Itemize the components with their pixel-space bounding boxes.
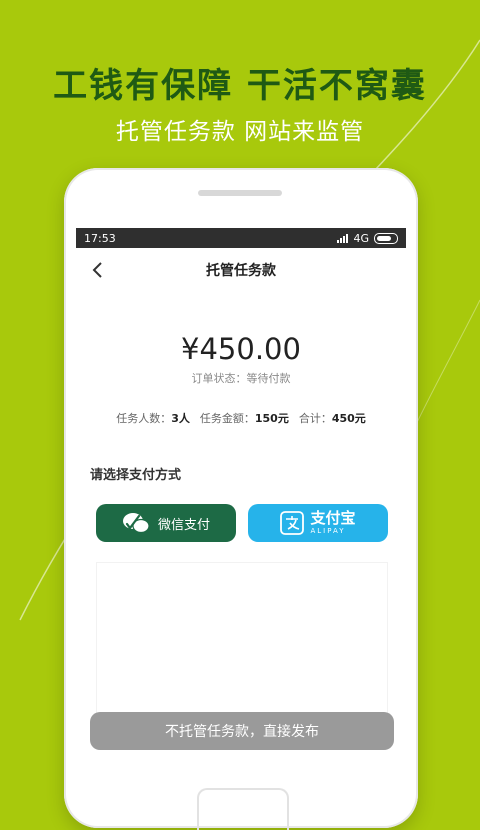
page-title: 托管任务款 — [206, 263, 276, 279]
wechat-icon — [122, 513, 150, 534]
status-indicators: 4G — [337, 232, 398, 245]
status-time: 17:53 — [84, 231, 116, 245]
total-label: 合计： — [298, 412, 332, 425]
phone-frame: 17:53 4G 托管任务款 ¥450.00 订单状态：等待付款 任务人数：3人… — [64, 168, 418, 830]
wechat-pay-button[interactable]: 微信支付 — [96, 504, 236, 542]
direct-publish-button[interactable]: 不托管任务款，直接发布 — [90, 712, 394, 750]
app-screen: 17:53 4G 托管任务款 ¥450.00 订单状态：等待付款 任务人数：3人… — [76, 228, 406, 788]
alipay-icon — [280, 511, 305, 535]
payment-section-title: 请选择支付方式 — [90, 468, 182, 483]
people-label: 任务人数： — [116, 412, 172, 425]
promo-headline: 工钱有保障 干活不窝囊 — [53, 66, 427, 106]
network-type: 4G — [353, 231, 369, 245]
phone-speaker — [198, 190, 282, 196]
alipay-button[interactable]: 支付宝 ALIPAY — [248, 504, 388, 542]
people-value: 3人 — [171, 412, 190, 425]
order-status: 订单状态：等待付款 — [191, 372, 291, 385]
total-value: 450元 — [331, 412, 366, 425]
alipay-label-en: ALIPAY — [310, 527, 346, 535]
price-label: 任务金额： — [199, 412, 255, 425]
battery-icon — [374, 232, 398, 244]
promo-subline: 托管任务款 网站来监管 — [115, 119, 365, 145]
price-value: 150元 — [254, 412, 289, 425]
alipay-label: 支付宝 — [310, 509, 356, 527]
status-bar: 17:53 4G — [76, 228, 406, 248]
nav-bar: 托管任务款 — [76, 248, 406, 293]
back-arrow-icon[interactable] — [88, 260, 108, 280]
order-amount: ¥450.00 — [181, 332, 301, 366]
phone-home-button — [197, 788, 289, 830]
order-details: 任务人数：3人 任务金额：150元 合计：450元 — [76, 410, 406, 426]
order-summary-card: ¥450.00 订单状态：等待付款 任务人数：3人 任务金额：150元 合计：450… — [76, 292, 406, 425]
wechat-pay-label: 微信支付 — [157, 517, 210, 533]
signal-icon — [337, 233, 349, 243]
